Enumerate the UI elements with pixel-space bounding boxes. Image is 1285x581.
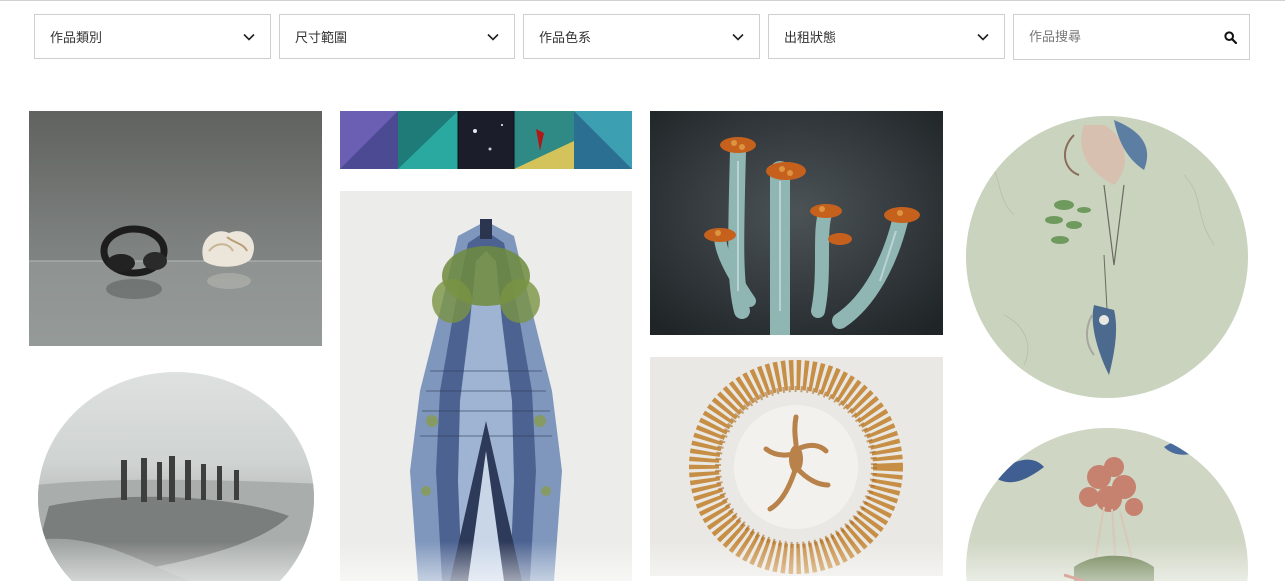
artwork-mirrored-architecture-collage[interactable] <box>340 191 632 581</box>
filter-size-label: 尺寸範圍 <box>295 31 348 46</box>
filter-category-label: 作品類別 <box>50 31 103 46</box>
filter-color-label: 作品色系 <box>539 31 592 46</box>
top-divider <box>0 0 1285 1</box>
artwork-image <box>340 111 632 169</box>
filter-category-dropdown[interactable]: 作品類別 <box>34 14 271 59</box>
search-icon[interactable] <box>1223 30 1237 44</box>
artwork-cactus-bloom[interactable] <box>650 111 943 335</box>
artwork-headphones-shell-still-life[interactable] <box>29 111 322 346</box>
artwork-image <box>29 111 322 346</box>
artwork-image <box>340 191 632 581</box>
filter-size-dropdown[interactable]: 尺寸範圍 <box>279 14 515 59</box>
artwork-image <box>650 357 943 576</box>
artwork-search-input[interactable] <box>1027 28 1223 46</box>
artwork-radial-wood-sculpture[interactable] <box>650 357 943 576</box>
artwork-botanical-circle-bottom[interactable] <box>964 427 1250 581</box>
chevron-down-icon <box>731 30 745 44</box>
chevron-down-icon <box>486 30 500 44</box>
artwork-search-box[interactable] <box>1013 14 1250 60</box>
filter-rental-status-dropdown[interactable]: 出租狀態 <box>768 14 1005 59</box>
artwork-geometric-abstract[interactable] <box>340 111 632 169</box>
filter-rental-status-label: 出租狀態 <box>784 31 837 46</box>
artwork-image <box>966 428 1248 581</box>
filter-color-dropdown[interactable]: 作品色系 <box>523 14 760 59</box>
artwork-botanical-circle-top[interactable] <box>964 115 1250 400</box>
chevron-down-icon <box>242 30 256 44</box>
chevron-down-icon <box>976 30 990 44</box>
artwork-coastal-pillars-circle[interactable] <box>29 366 322 581</box>
artwork-image <box>966 116 1248 398</box>
artwork-image <box>38 372 314 581</box>
artwork-image <box>650 111 943 335</box>
